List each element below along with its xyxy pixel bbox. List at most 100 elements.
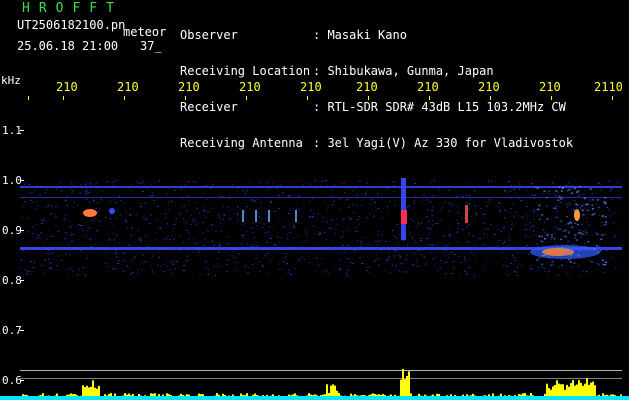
noise-dot (96, 230, 98, 232)
noise-dot (43, 206, 45, 208)
noise-dot (538, 266, 540, 268)
noise-dot (153, 181, 155, 183)
noise-dot (180, 188, 182, 190)
noise-dot (566, 261, 568, 263)
noise-dot (181, 270, 184, 272)
noise-dot (353, 249, 356, 251)
noise-dot (532, 225, 535, 227)
noise-dot (270, 238, 272, 239)
noise-dot (201, 193, 204, 195)
noise-dot (357, 219, 359, 220)
noise-dot (370, 202, 372, 204)
noise-dot (541, 193, 544, 195)
noise-dot (621, 265, 623, 267)
noise-dot (537, 245, 539, 247)
noise-dot (548, 193, 551, 195)
echo-dot (567, 223, 570, 225)
noise-dot (453, 267, 455, 269)
noise-dot (137, 269, 139, 271)
noise-dot (65, 214, 67, 216)
noise-dot (504, 217, 506, 219)
noise-dot (143, 185, 146, 187)
noise-dot (166, 223, 168, 225)
noise-dot (532, 194, 534, 196)
noise-dot (514, 271, 516, 272)
noise-dot (429, 201, 432, 203)
noise-dot (278, 218, 280, 220)
echo-dot (582, 214, 585, 216)
noise-dot (178, 212, 181, 214)
noise-dot (147, 186, 149, 188)
echo-dot (553, 254, 556, 256)
noise-dot (190, 223, 192, 225)
noise-dot (232, 271, 234, 273)
noise-dot (186, 229, 188, 231)
noise-dot (543, 267, 546, 269)
noise-dot (165, 217, 167, 219)
echo-dot (597, 198, 600, 201)
echo-dot (604, 216, 607, 218)
noise-dot (216, 263, 219, 265)
noise-dot (139, 182, 141, 184)
noise-dot (236, 191, 239, 193)
noise-dot (20, 267, 22, 269)
noise-dot (247, 266, 250, 268)
noise-dot (82, 267, 85, 268)
noise-dot (431, 220, 434, 222)
noise-dot (33, 262, 36, 263)
noise-dot (72, 270, 74, 272)
x-tick-mark (124, 96, 125, 100)
echo-dot (581, 233, 584, 235)
noise-dot (400, 262, 403, 264)
noise-dot (521, 186, 524, 188)
noise-dot (524, 224, 527, 226)
noise-dot (327, 222, 329, 224)
echo-dot (563, 252, 566, 254)
noise-dot (227, 248, 229, 249)
noise-dot (227, 259, 229, 261)
noise-dot (456, 196, 458, 197)
noise-dot (211, 207, 213, 209)
noise-dot (388, 252, 390, 254)
noise-dot (468, 194, 471, 196)
noise-dot (185, 222, 188, 223)
noise-dot (518, 188, 521, 190)
histogram-guide (20, 370, 622, 371)
noise-dot (575, 207, 578, 209)
noise-dot (32, 226, 34, 228)
noise-dot (26, 270, 29, 272)
noise-dot (116, 256, 118, 258)
noise-dot (488, 246, 490, 248)
noise-dot (154, 199, 156, 201)
noise-dot (77, 204, 79, 206)
noise-dot (93, 199, 95, 201)
noise-dot (107, 266, 109, 268)
noise-dot (93, 186, 95, 188)
noise-dot (299, 242, 301, 244)
noise-dot (384, 188, 386, 190)
echo-dot (544, 254, 547, 257)
noise-dot (393, 185, 395, 187)
noise-dot (513, 192, 516, 194)
noise-dot (24, 269, 26, 270)
noise-dot (125, 220, 127, 221)
noise-dot (446, 246, 448, 248)
noise-dot (583, 242, 586, 244)
noise-dot (455, 186, 457, 188)
noise-dot (298, 259, 300, 261)
noise-dot (499, 253, 502, 255)
noise-dot (336, 218, 338, 220)
noise-dot (86, 197, 88, 199)
noise-dot (225, 251, 227, 253)
noise-dot (262, 227, 265, 228)
noise-dot (123, 260, 126, 262)
noise-dot (474, 190, 476, 192)
noise-dot (277, 198, 279, 200)
noise-dot (256, 225, 258, 227)
noise-dot (284, 243, 287, 245)
noise-dot (329, 195, 332, 197)
noise-dot (608, 260, 611, 262)
noise-dot (163, 263, 165, 265)
y-tick-mark (20, 180, 24, 181)
noise-dot (555, 195, 557, 197)
